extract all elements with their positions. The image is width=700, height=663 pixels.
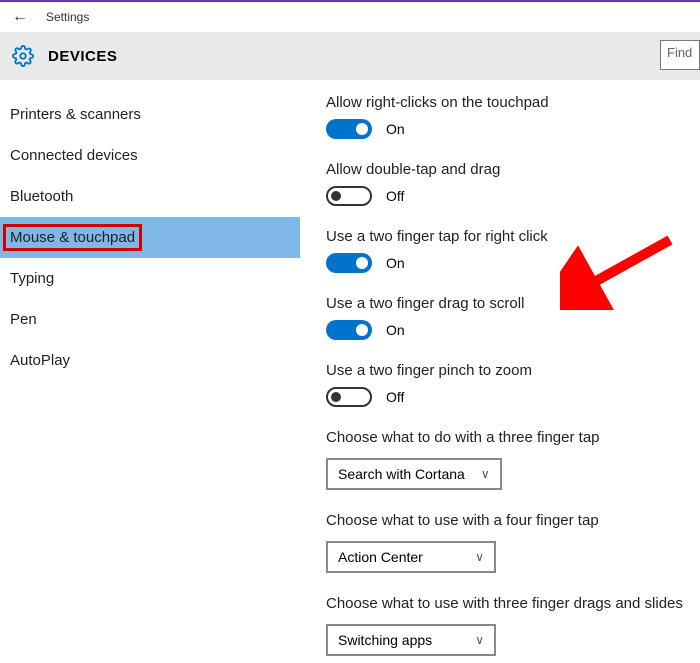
- setting-three-finger-drag: Choose what to use with three finger dra…: [326, 595, 690, 656]
- setting-allow-double-tap: Allow double-tap and drag Off: [326, 161, 690, 206]
- window-title: Settings: [46, 10, 89, 24]
- main-panel: Allow right-clicks on the touchpad On Al…: [300, 80, 700, 661]
- header: DEVICES Find: [0, 32, 700, 80]
- setting-two-finger-right-click: Use a two finger tap for right click On: [326, 228, 690, 273]
- dropdown-four-finger-tap[interactable]: Action Center ∨: [326, 541, 496, 573]
- toggle-two-finger-scroll[interactable]: [326, 320, 372, 340]
- sidebar: Printers & scanners Connected devices Bl…: [0, 80, 300, 661]
- find-input[interactable]: Find: [660, 40, 700, 70]
- setting-three-finger-tap: Choose what to do with a three finger ta…: [326, 429, 690, 490]
- sidebar-item-bluetooth[interactable]: Bluetooth: [0, 176, 300, 217]
- dropdown-three-finger-tap[interactable]: Search with Cortana ∨: [326, 458, 502, 490]
- sidebar-item-typing[interactable]: Typing: [0, 258, 300, 299]
- setting-two-finger-pinch: Use a two finger pinch to zoom Off: [326, 362, 690, 407]
- setting-two-finger-scroll: Use a two finger drag to scroll On: [326, 295, 690, 340]
- toggle-allow-right-clicks[interactable]: [326, 119, 372, 139]
- content: Printers & scanners Connected devices Bl…: [0, 80, 700, 661]
- chevron-down-icon: ∨: [475, 633, 484, 647]
- toggle-two-finger-pinch[interactable]: [326, 387, 372, 407]
- sidebar-item-mouse-touchpad[interactable]: Mouse & touchpad: [0, 217, 300, 258]
- dropdown-three-finger-drag[interactable]: Switching apps ∨: [326, 624, 496, 656]
- toggle-allow-double-tap[interactable]: [326, 186, 372, 206]
- chevron-down-icon: ∨: [475, 550, 484, 564]
- back-button[interactable]: ←: [8, 8, 32, 26]
- sidebar-item-printers[interactable]: Printers & scanners: [0, 94, 300, 135]
- sidebar-item-connected[interactable]: Connected devices: [0, 135, 300, 176]
- gear-icon: [12, 45, 34, 67]
- toggle-two-finger-right-click[interactable]: [326, 253, 372, 273]
- page-title: DEVICES: [48, 48, 117, 65]
- sidebar-item-pen[interactable]: Pen: [0, 299, 300, 340]
- sidebar-item-autoplay[interactable]: AutoPlay: [0, 340, 300, 381]
- setting-allow-right-clicks: Allow right-clicks on the touchpad On: [326, 94, 690, 139]
- setting-four-finger-tap: Choose what to use with a four finger ta…: [326, 512, 690, 573]
- titlebar: ← Settings: [0, 2, 700, 32]
- chevron-down-icon: ∨: [481, 467, 490, 481]
